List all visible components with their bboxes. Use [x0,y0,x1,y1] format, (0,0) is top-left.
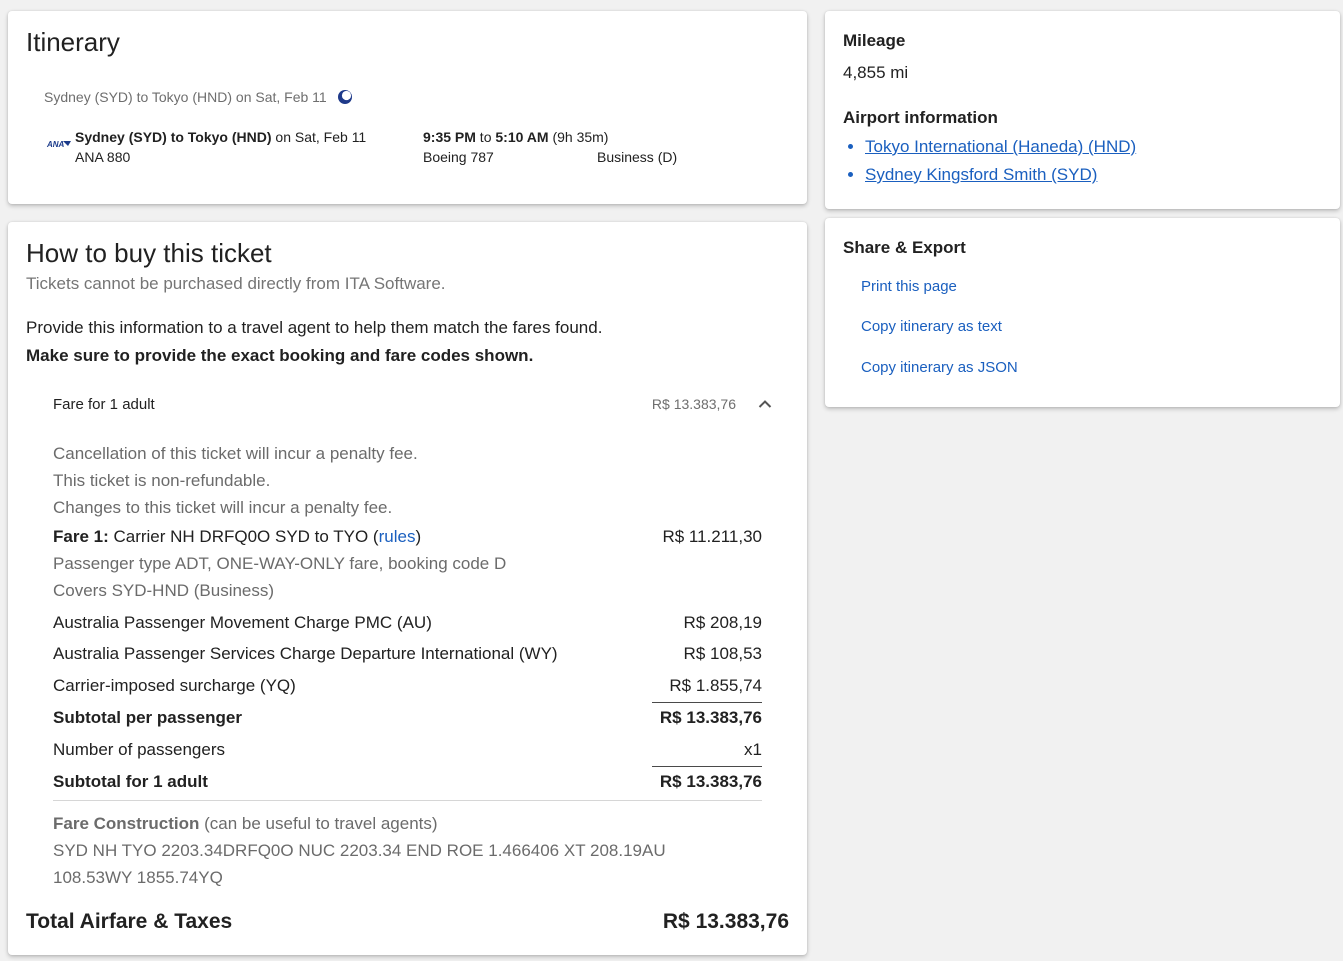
tax-row: Australia Passenger Movement Charge PMC … [53,613,762,637]
rules-link[interactable]: rules [379,527,416,546]
subtotal-adult-amount: R$ 13.383,76 [659,772,762,791]
route-summary: Sydney (SYD) to Tokyo (HND) on Sat, Feb … [44,89,353,105]
penalty-changes: Changes to this ticket will incur a pena… [53,498,393,517]
how-to-buy-title: How to buy this ticket [26,238,272,268]
tax-label: Carrier-imposed surcharge (YQ) [53,676,296,695]
svg-text:ANA: ANA [46,140,65,149]
print-page-button[interactable]: Print this page [861,278,957,295]
tax-label: Australia Passenger Services Charge Depa… [53,644,558,663]
fare-construction-line-1: SYD NH TYO 2203.34DRFQ0O NUC 2203.34 END… [53,841,666,860]
fare-construction-line-2: 108.53WY 1855.74YQ [53,868,223,887]
share-export-card: Share & Export Print this page Copy itin… [825,218,1340,407]
cabin-class: Business (D) [597,149,678,165]
share-export-heading: Share & Export [843,238,966,257]
aircraft: Boeing 787 [423,149,494,165]
sum-divider [652,702,762,703]
subtotal-adult-row: Subtotal for 1 adult R$ 13.383,76 [53,772,762,796]
tax-amount: R$ 208,19 [683,613,762,632]
airport-link-syd[interactable]: Sydney Kingsford Smith (SYD) [865,165,1097,184]
subtotal-per-passenger-row: Subtotal per passenger R$ 13.383,76 [53,708,762,732]
fare-header-amount: R$ 13.383,76 [651,396,736,412]
airline-logo: ANA [46,138,72,152]
fare-header-label: Fare for 1 adult [53,396,155,413]
total-row: Total Airfare & Taxes R$ 13.383,76 [26,910,789,940]
flight-segment: ANA Sydney (SYD) to Tokyo (HND) on Sat, … [46,127,786,171]
tax-label: Australia Passenger Movement Charge PMC … [53,613,432,632]
passenger-count-value: x1 [744,740,762,759]
penalty-refund: This ticket is non-refundable. [53,471,271,490]
moon-icon [337,89,353,105]
multiply-divider [652,766,762,767]
itinerary-title: Itinerary [26,27,120,57]
fare-1-amount: R$ 11.211,30 [662,527,762,546]
penalty-cancellation: Cancellation of this ticket will incur a… [53,444,418,463]
tax-amount: R$ 108,53 [683,644,762,663]
copy-text-button[interactable]: Copy itinerary as text [861,318,1002,335]
mileage-value: 4,855 mi [843,63,909,82]
mileage-heading: Mileage [843,31,906,50]
airport-list: Tokyo International (Haneda) (HND) Sydne… [843,137,1136,193]
fare-construction-heading: Fare Construction (can be useful to trav… [53,814,438,833]
mileage-card: Mileage 4,855 mi Airport information Tok… [825,11,1340,209]
agent-instruction: Provide this information to a travel age… [26,318,603,337]
passenger-count-label: Number of passengers [53,740,225,759]
how-to-buy-card: How to buy this ticket Tickets cannot be… [8,222,807,955]
tax-row: Australia Passenger Services Charge Depa… [53,644,762,668]
copy-json-button[interactable]: Copy itinerary as JSON [861,359,1018,376]
flight-route: Sydney (SYD) to Tokyo (HND) on Sat, Feb … [75,129,367,145]
fare-1-description: Fare 1: Carrier NH DRFQ0O SYD to TYO (ru… [53,527,422,546]
agent-instruction-bold: Make sure to provide the exact booking a… [26,346,534,365]
fare-summary-toggle[interactable]: Fare for 1 adult R$ 13.383,76 [53,396,773,420]
flight-number: ANA 880 [75,149,131,165]
tax-amount: R$ 1.855,74 [669,676,762,695]
fare-1-passenger-type: Passenger type ADT, ONE-WAY-ONLY fare, b… [53,554,507,573]
subtotal-adult-label: Subtotal for 1 adult [53,772,208,791]
itinerary-card: Itinerary Sydney (SYD) to Tokyo (HND) on… [8,11,807,204]
fare-construction-divider [53,800,762,801]
airport-info-heading: Airport information [843,108,998,127]
how-to-buy-subtitle: Tickets cannot be purchased directly fro… [26,274,446,293]
tax-row: Carrier-imposed surcharge (YQ) R$ 1.855,… [53,676,762,700]
total-amount: R$ 13.383,76 [662,910,789,933]
flight-times: 9:35 PM to 5:10 AM (9h 35m) [423,129,609,145]
fare-1-covers: Covers SYD-HND (Business) [53,581,275,600]
total-label: Total Airfare & Taxes [26,910,233,933]
airport-list-item: Tokyo International (Haneda) (HND) [865,137,1136,157]
chevron-up-icon[interactable] [757,396,773,412]
airport-list-item: Sydney Kingsford Smith (SYD) [865,165,1136,185]
subtotal-per-passenger-amount: R$ 13.383,76 [659,708,762,727]
passenger-count-row: Number of passengers x1 [53,740,762,764]
airport-link-hnd[interactable]: Tokyo International (Haneda) (HND) [865,137,1136,156]
route-summary-text: Sydney (SYD) to Tokyo (HND) on Sat, Feb … [44,89,327,105]
subtotal-per-passenger-label: Subtotal per passenger [53,708,242,727]
fare-1-row: Fare 1: Carrier NH DRFQ0O SYD to TYO (ru… [53,527,762,551]
